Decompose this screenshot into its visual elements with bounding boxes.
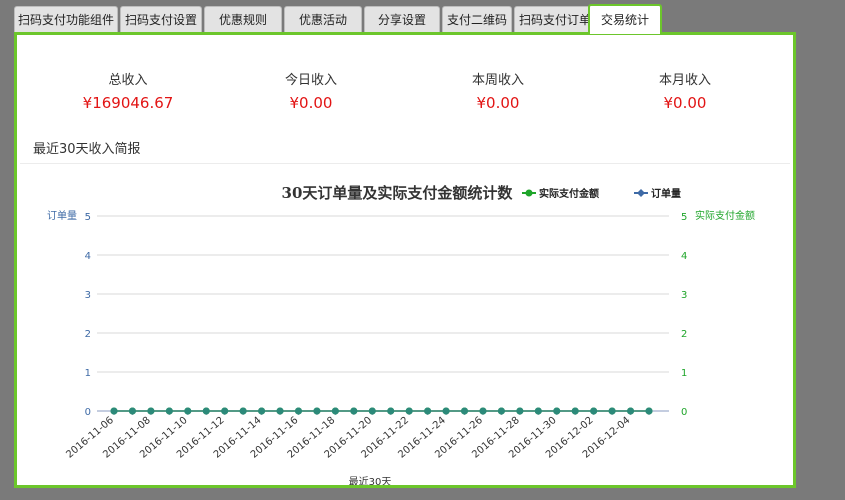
data-point-orders [184,407,192,415]
data-point-orders [442,407,450,415]
y-tick-right: 5 [681,212,687,223]
y-tick-right: 1 [681,368,687,379]
y-tick-left: 0 [85,407,91,418]
stats-panel: 总收入 ¥169046.67 今日收入 ¥0.00 本周收入 ¥0.00 本月收… [14,32,796,488]
y-tick-left: 1 [85,368,91,379]
data-point-orders [294,407,302,415]
data-point-orders [258,407,266,415]
line-chart: 30天订单量及实际支付金额统计数 实际支付金额 订单量订单量 实际支付金额0 01 12 2… [47,184,755,485]
data-point-orders [350,407,358,415]
x-axis-label: 最近30天 [349,475,392,485]
data-point-orders [461,407,469,415]
data-point-orders [608,407,616,415]
data-point-orders [405,407,413,415]
legend-label-orders: 订单量 [651,187,681,200]
data-point-orders [516,407,524,415]
tab-scan-pay-settings[interactable]: 扫码支付设置 [120,6,202,32]
data-point-orders [424,407,432,415]
tab-scan-pay-orders[interactable]: 扫码支付订单 [514,6,596,32]
y-tick-right: 4 [681,251,687,262]
data-point-orders [331,407,339,415]
y-tick-left: 4 [85,251,91,262]
tab-promotions[interactable]: 优惠活动 [284,6,362,32]
y-tick-right: 0 [681,407,687,418]
tab-discount-rules[interactable]: 优惠规则 [204,6,282,32]
data-point-orders [165,407,173,415]
data-point-orders [239,407,247,415]
data-point-orders [590,407,598,415]
y-axis-right-label: 实际支付金额 [695,209,755,222]
data-point-orders [147,407,155,415]
data-point-orders [534,407,542,415]
tab-payment-qrcode[interactable]: 支付二维码 [442,6,512,32]
data-point-orders [368,407,376,415]
data-point-orders [645,407,653,415]
legend-marker-amount [525,189,533,197]
y-tick-left: 5 [85,212,91,223]
legend-marker-orders [637,189,645,197]
data-point-orders [110,407,118,415]
data-point-orders [553,407,561,415]
data-point-orders [387,407,395,415]
tab-scan-pay-components[interactable]: 扫码支付功能组件 [14,6,118,32]
data-point-orders [571,407,579,415]
chart-title: 30天订单量及实际支付金额统计数 [282,184,514,202]
data-point-orders [128,407,136,415]
y-tick-right: 2 [681,329,687,340]
y-tick-left: 3 [85,290,91,301]
legend-label-amount: 实际支付金额 [539,187,599,200]
data-point-orders [202,407,210,415]
data-point-orders [276,407,284,415]
data-point-orders [497,407,505,415]
y-tick-left: 2 [85,329,91,340]
data-point-orders [479,407,487,415]
tab-share-settings[interactable]: 分享设置 [364,6,440,32]
tab-transaction-stats[interactable]: 交易统计 [588,4,662,34]
y-tick-right: 3 [681,290,687,301]
data-point-orders [221,407,229,415]
data-point-orders [313,407,321,415]
data-point-orders [627,407,635,415]
y-axis-left-label: 订单量 [47,210,77,222]
